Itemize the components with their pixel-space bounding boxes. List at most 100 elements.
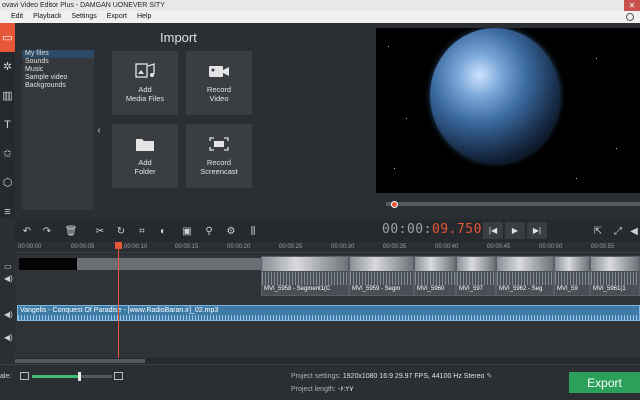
video-track-icon: ▭ [4, 262, 12, 271]
project-length-label: Project length: [291, 386, 336, 393]
empty-clip-region[interactable] [77, 258, 261, 270]
ruler-tick: 00:00:15 [175, 244, 199, 250]
fullscreen-icon[interactable]: ⤢ [610, 223, 626, 239]
ruler-tick: 00:00:25 [279, 244, 303, 250]
scale-slider-handle[interactable] [78, 372, 81, 381]
video-clip[interactable]: MVI_5958 - Segment1(C [261, 256, 349, 296]
tile-label-2: Folder [134, 167, 156, 176]
ruler-tick: 00:00:35 [383, 244, 407, 250]
preview-seek-bar[interactable] [386, 202, 640, 206]
transitions-tab-icon[interactable]: ▥ [0, 81, 15, 110]
menu-export[interactable]: Export [107, 11, 127, 23]
status-bar [0, 364, 640, 400]
export-button[interactable]: Export [569, 372, 640, 393]
ruler-tick: 00:00:40 [435, 244, 459, 250]
media-library-list: My files Sounds Music Sample video Backg… [22, 50, 94, 210]
tile-label-2: Screencast [200, 167, 238, 176]
tile-label-1: Add [138, 158, 152, 167]
menu-settings[interactable]: Settings [71, 11, 96, 23]
audio-clip[interactable]: Vangelis - Conquest Of Paradise - [www.R… [17, 305, 640, 321]
video-clip[interactable]: MVI_5960 [414, 256, 456, 296]
project-length-value: -۶:۲۷ [337, 386, 354, 393]
ruler-tick: 00:00:55 [591, 244, 615, 250]
audio-clip-label: Vangelis - Conquest Of Paradise - [www.R… [20, 307, 219, 314]
menu-help[interactable]: Help [137, 11, 151, 23]
zoom-in-icon[interactable] [114, 372, 123, 380]
add-media-icon [134, 63, 156, 79]
ruler-tick: 00:00:20 [227, 244, 251, 250]
video-clip[interactable]: MVI_5959 - Segm [349, 256, 414, 296]
audio-track-volume-icon[interactable]: ◀) [4, 310, 13, 319]
volume-icon[interactable]: ◀ [626, 223, 640, 239]
play-button[interactable]: ▶ [505, 222, 525, 239]
audio-track2-volume-icon[interactable]: ◀) [4, 333, 13, 342]
previous-frame-button[interactable]: |◀ [483, 222, 503, 239]
undo-icon[interactable]: ↶ [19, 223, 35, 239]
library-item-backgrounds[interactable]: Backgrounds [22, 82, 94, 90]
library-item-music[interactable]: Music [22, 66, 94, 74]
collapse-chevron-icon[interactable]: ‹ [94, 50, 104, 210]
rotate-icon[interactable]: ↻ [113, 223, 129, 239]
project-settings-value: 1920x1080 16:9 29.97 FPS, 44100 Hz Stere… [342, 373, 485, 380]
video-track-volume-icon[interactable]: ◀) [4, 274, 13, 283]
clip-label: MVI_5961(1 [593, 286, 626, 292]
zoom-out-icon[interactable] [20, 372, 29, 380]
clip-label: MVI_5962 - Seg [499, 286, 543, 292]
equalizer-icon[interactable]: ⫼ [245, 223, 261, 239]
menu-playback[interactable]: Playback [33, 11, 61, 23]
left-toolbar: ▭ ✲ ▥ T ✩ ⬡ ≡ [0, 23, 15, 218]
more-tab-icon[interactable]: ≡ [0, 197, 15, 226]
timecode-prefix: 00:00: [382, 222, 432, 237]
video-clip[interactable]: MVI_59 [554, 256, 590, 296]
microphone-icon[interactable]: ⚲ [201, 223, 217, 239]
cut-icon[interactable]: ✂ [92, 223, 108, 239]
video-preview [376, 28, 640, 193]
tile-label-1: Add [138, 85, 152, 94]
callouts-tab-icon[interactable]: ⬡ [0, 168, 15, 197]
tile-label-2: Media Files [125, 94, 165, 103]
help-circle-icon[interactable] [626, 13, 634, 21]
video-clip[interactable]: MVI_5961(1 [590, 256, 640, 296]
stickers-tab-icon[interactable]: ✩ [0, 139, 15, 168]
seek-handle[interactable] [391, 201, 398, 208]
window-title: ovavi Video Editor Plus - DAMGAN UONEVER… [2, 2, 165, 9]
titles-tab-icon[interactable]: T [0, 110, 15, 139]
library-item-sample-video[interactable]: Sample video [22, 74, 94, 82]
filters-tab-icon[interactable]: ✲ [0, 52, 15, 81]
menu-edit[interactable]: Edit [11, 11, 23, 23]
image-icon[interactable]: ▣ [179, 223, 195, 239]
add-folder-button[interactable]: Add Folder [112, 124, 178, 188]
crop-icon[interactable]: ⌗ [134, 223, 150, 239]
import-tab-icon[interactable]: ▭ [0, 23, 15, 52]
timeline-ruler[interactable]: 00:00:00 00:00:05 00:00:10 00:00:15 00:0… [15, 242, 640, 253]
black-clip[interactable] [19, 258, 77, 270]
tile-label-1: Record [206, 158, 232, 167]
menu-bar: Edit Playback Settings Export Help [0, 11, 640, 23]
record-video-button[interactable]: Record Video [186, 51, 252, 115]
next-frame-button[interactable]: ▶| [527, 222, 547, 239]
video-clip[interactable]: MVI_5962 - Seg [496, 256, 554, 296]
redo-icon[interactable]: ↷ [39, 223, 55, 239]
video-clip[interactable]: MVI_597 [456, 256, 496, 296]
detach-preview-icon[interactable]: ⇱ [590, 223, 606, 239]
pencil-icon[interactable]: ✎ [486, 373, 492, 380]
record-screencast-button[interactable]: Record Screencast [186, 124, 252, 188]
close-button[interactable]: ✕ [624, 0, 640, 11]
audio-waveform [18, 315, 639, 320]
window-title-bar: ovavi Video Editor Plus - DAMGAN UONEVER… [0, 0, 640, 11]
camera-icon [208, 63, 230, 79]
scale-slider-fill [32, 375, 79, 378]
project-length: Project length: -۶:۲۷ [291, 385, 353, 393]
screencast-icon [208, 136, 230, 152]
gear-icon[interactable]: ⚙ [223, 223, 239, 239]
ruler-tick: 00:00:00 [18, 244, 42, 250]
library-item-sounds[interactable]: Sounds [22, 58, 94, 66]
library-item-my-files[interactable]: My files [22, 50, 94, 58]
scrollbar-thumb[interactable] [15, 359, 145, 363]
trash-icon[interactable]: 🗑 [63, 223, 79, 239]
add-media-files-button[interactable]: Add Media Files [112, 51, 178, 115]
timecode-display: 00:00:09.750 [382, 222, 482, 237]
tile-label-2: Video [209, 94, 229, 103]
color-adjust-icon[interactable]: ◐ [155, 223, 171, 239]
clip-label: MVI_59 [557, 286, 578, 292]
